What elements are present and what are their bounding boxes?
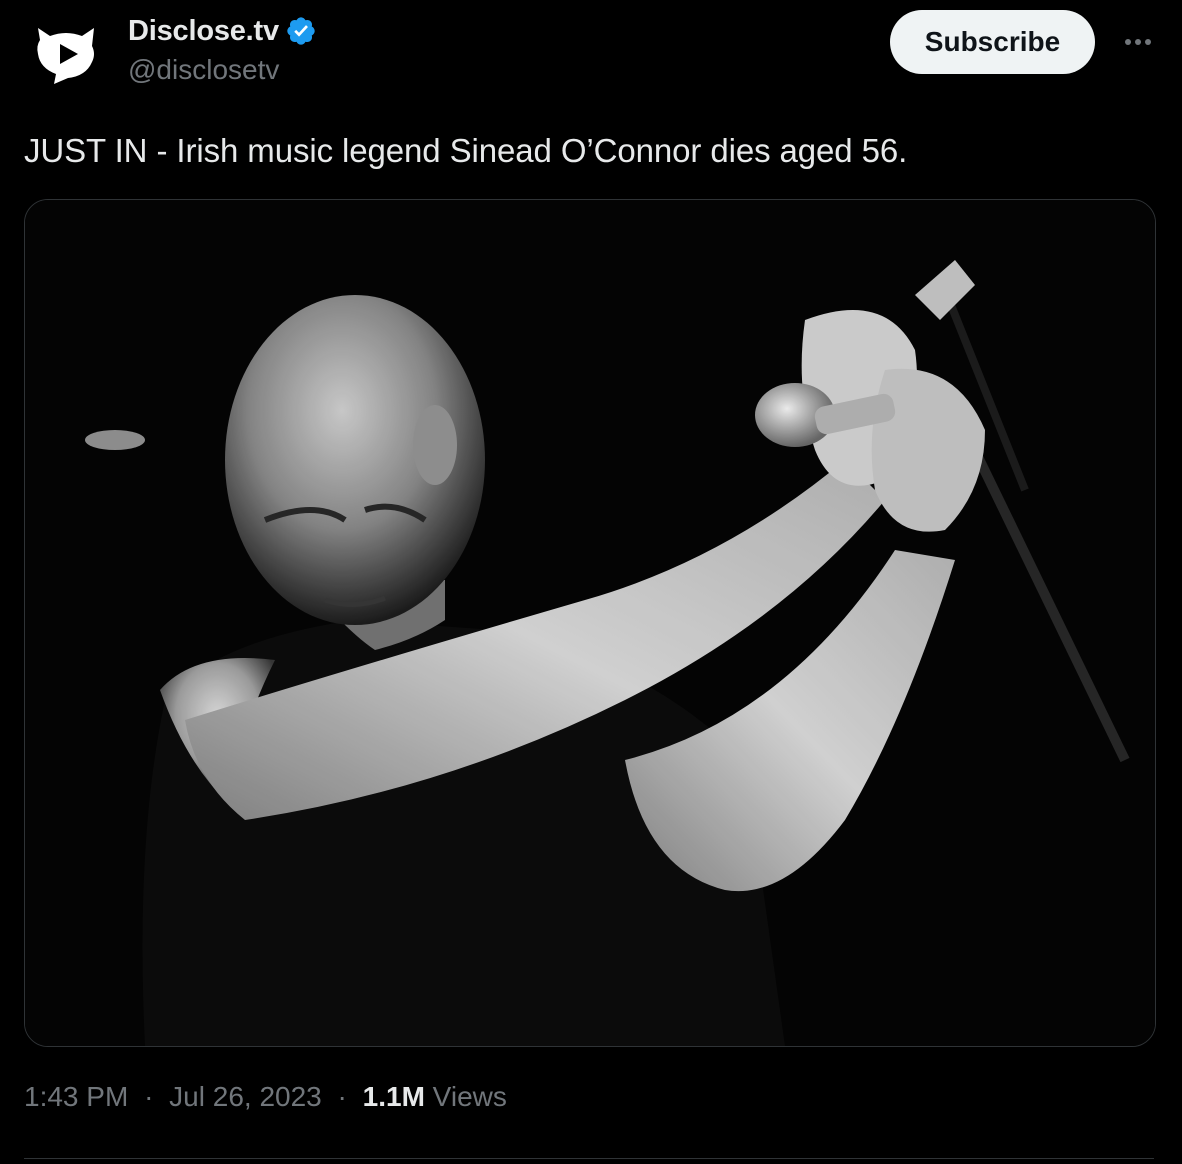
verified-badge-icon[interactable] <box>285 15 317 47</box>
author-info: Disclose.tv @disclosetv <box>128 12 317 92</box>
display-name[interactable]: Disclose.tv <box>128 15 279 48</box>
tweet-meta: 1:43 PM · Jul 26, 2023 · 1.1M Views <box>24 1081 507 1113</box>
handle[interactable]: @disclosetv <box>128 54 317 86</box>
views-count[interactable]: 1.1M <box>363 1081 425 1112</box>
display-name-row: Disclose.tv <box>128 12 317 50</box>
meta-separator: · <box>144 1081 154 1112</box>
subscribe-button[interactable]: Subscribe <box>890 10 1095 74</box>
avatar[interactable] <box>24 10 108 94</box>
views-label[interactable]: Views <box>433 1081 507 1112</box>
divider <box>24 1158 1154 1159</box>
tweet-photo[interactable] <box>24 199 1156 1047</box>
more-horizontal-icon[interactable] <box>1118 22 1158 62</box>
disclose-logo-icon <box>24 10 108 94</box>
meta-separator: · <box>337 1081 347 1112</box>
tweet-date[interactable]: Jul 26, 2023 <box>169 1081 322 1112</box>
tweet-time[interactable]: 1:43 PM <box>24 1081 128 1112</box>
tweet[interactable]: Disclose.tv @disclosetv Subscribe JUST I… <box>0 0 1182 1164</box>
tweet-text: JUST IN - Irish music legend Sinead O’Co… <box>24 132 908 169</box>
